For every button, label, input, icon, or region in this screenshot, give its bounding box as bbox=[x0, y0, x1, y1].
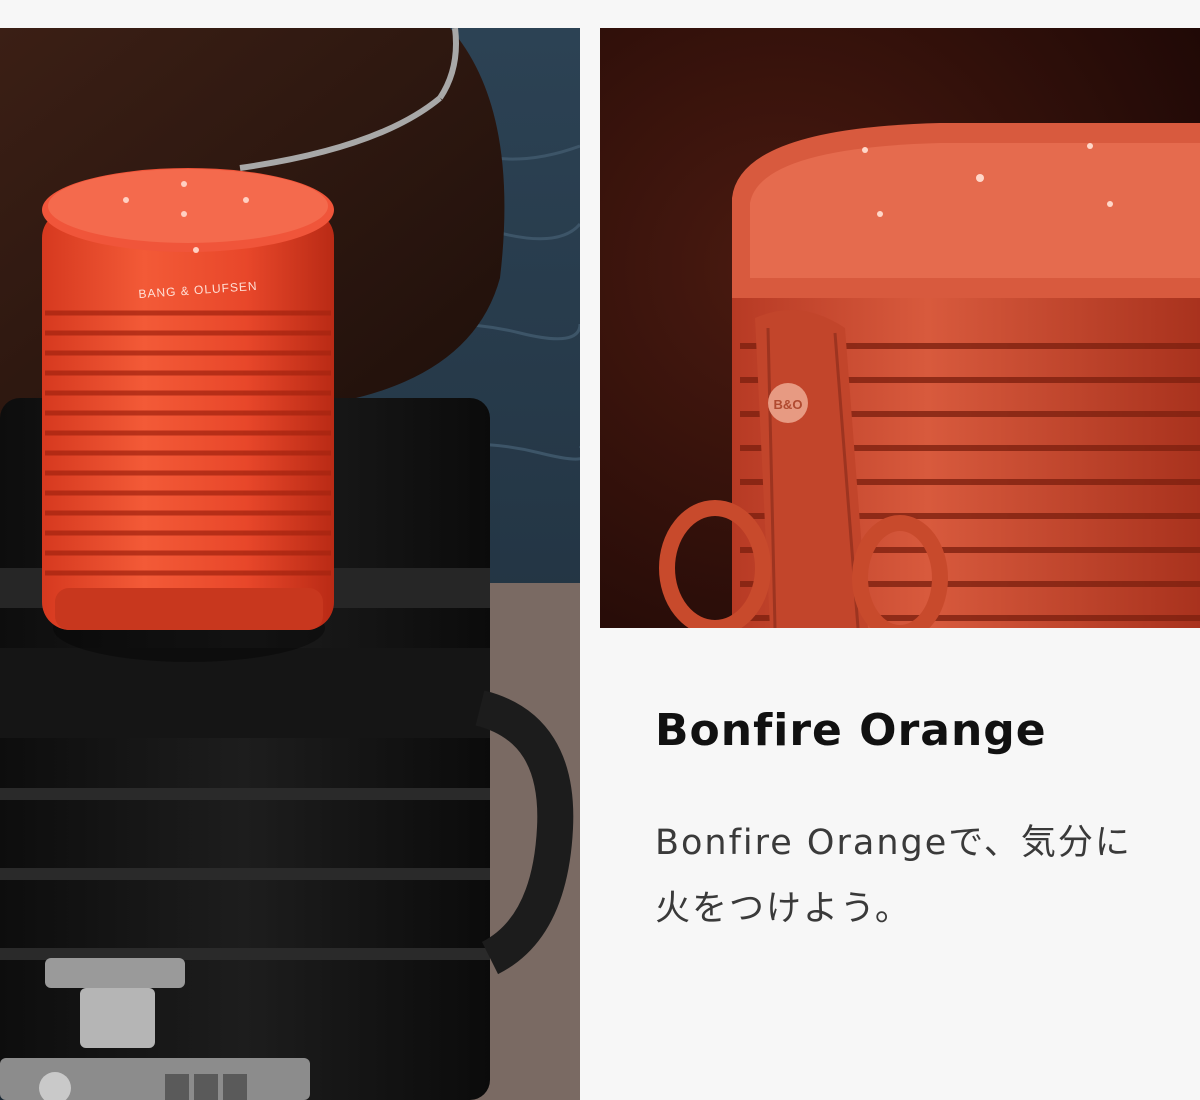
brand-badge: B&O bbox=[774, 397, 803, 412]
lifestyle-photo: BANG & OLUFSEN bbox=[0, 28, 580, 1100]
color-name-title: Bonfire Orange bbox=[655, 705, 1047, 756]
product-caption: Bonfire Orange Bonfire Orangeで、気分に火をつけよう… bbox=[655, 705, 1175, 942]
closeup-photo: B&O bbox=[600, 28, 1200, 628]
color-description: Bonfire Orangeで、気分に火をつけよう。 bbox=[655, 822, 1132, 929]
